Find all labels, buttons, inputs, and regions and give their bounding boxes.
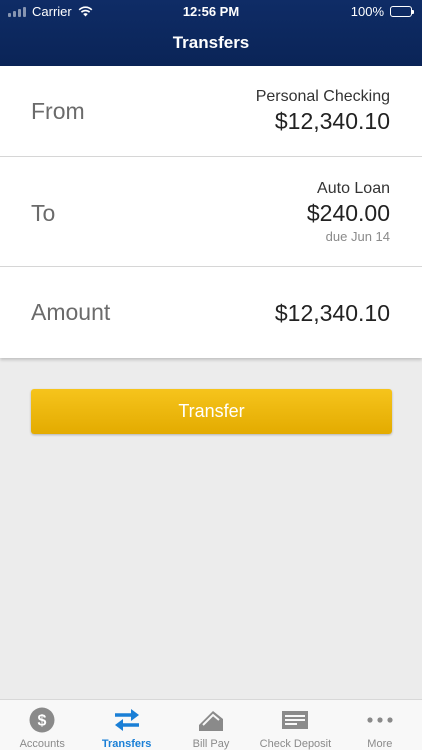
tab-check-deposit-label: Check Deposit — [259, 738, 332, 750]
amount-details: $12,340.10 — [275, 298, 390, 327]
tab-transfers[interactable]: Transfers — [84, 700, 168, 750]
amount-row[interactable]: Amount $12,340.10 — [0, 267, 422, 358]
app-header: Carrier 12:56 PM 100% Transfers — [0, 0, 422, 66]
more-dots-icon — [366, 707, 394, 733]
transfer-arrows-icon — [113, 707, 141, 733]
amount-label: Amount — [31, 299, 111, 325]
to-due-date: due Jun 14 — [325, 229, 390, 244]
check-icon — [281, 707, 309, 733]
tab-bar: $ Accounts Transfers Bill Pay Check Depo… — [0, 699, 422, 750]
tab-check-deposit[interactable]: Check Deposit — [253, 700, 337, 750]
to-label: To — [31, 200, 56, 226]
to-account-name: Auto Loan — [317, 180, 390, 197]
tab-more[interactable]: More — [338, 700, 422, 750]
from-row[interactable]: From Personal Checking $12,340.10 — [0, 66, 422, 157]
dollar-coin-icon: $ — [29, 707, 55, 733]
status-right: 100% — [350, 4, 414, 19]
page-title: Transfers — [172, 33, 250, 52]
from-label: From — [31, 98, 85, 124]
to-row[interactable]: To Auto Loan $240.00 due Jun 14 — [0, 157, 422, 267]
battery-percent: 100% — [350, 4, 384, 19]
bill-pay-icon — [197, 707, 225, 733]
from-account-balance: $12,340.10 — [274, 108, 390, 134]
tab-accounts[interactable]: $ Accounts — [0, 700, 84, 750]
tab-accounts-label: Accounts — [19, 738, 65, 750]
amount-value: $12,340.10 — [274, 300, 390, 326]
battery-icon — [390, 6, 414, 17]
tab-bill-pay[interactable]: Bill Pay — [169, 700, 253, 750]
from-account-name: Personal Checking — [255, 88, 390, 105]
svg-text:$: $ — [38, 713, 47, 730]
tab-transfers-label: Transfers — [101, 738, 152, 750]
status-bar: Carrier 12:56 PM 100% — [0, 0, 422, 22]
to-account-amount: $240.00 — [306, 200, 390, 226]
transfer-button[interactable]: Transfer — [31, 389, 392, 434]
tab-bill-pay-label: Bill Pay — [192, 738, 230, 750]
tab-more-label: More — [367, 738, 393, 750]
from-details: Personal Checking $12,340.10 — [256, 88, 390, 135]
to-details: Auto Loan $240.00 due Jun 14 — [307, 180, 390, 244]
transfer-form: From Personal Checking $12,340.10 To Aut… — [0, 66, 422, 358]
